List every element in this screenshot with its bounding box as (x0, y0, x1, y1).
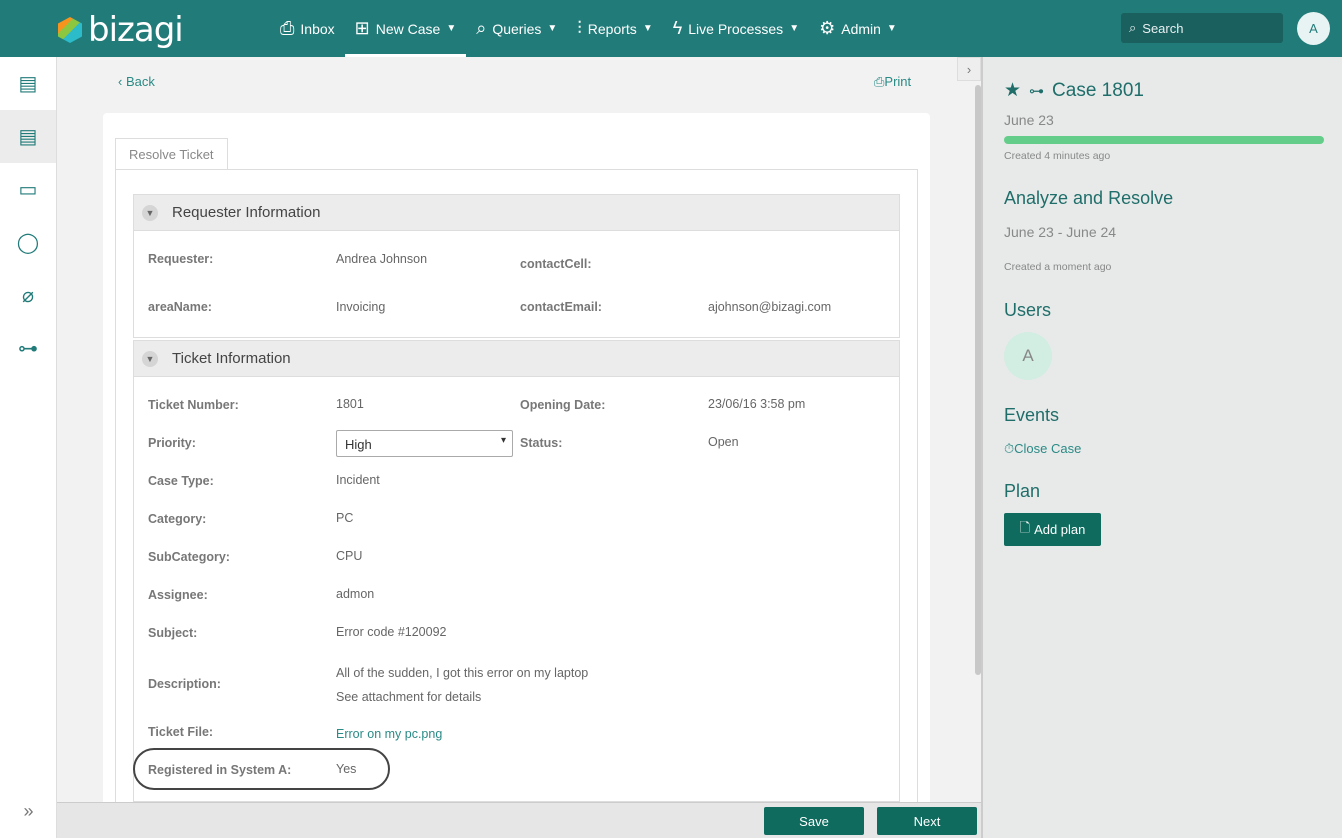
field-label: Case Type: (148, 474, 214, 488)
caret-down-icon: ▼ (886, 23, 897, 34)
field-value: ajohnson@bizagi.com (708, 300, 832, 314)
field-value: 1801 (336, 397, 364, 411)
back-link[interactable]: ‹ Back (118, 74, 155, 89)
field-label: Status: (520, 436, 563, 450)
nav-live-processes[interactable]: ϟ Live Processes ▼ (663, 0, 809, 57)
case-title: ★ ⊶ Case 1801 (1004, 79, 1144, 102)
field-label: Requester: (148, 252, 214, 266)
comment-icon[interactable]: ◯ (0, 216, 56, 269)
main-nav: ⎙ Inbox ⊞ New Case ▼ ⌕ Queries ▼ ⫶ Reports ▼ ϟ Live … (270, 0, 907, 57)
nav-new-case[interactable]: ⊞ New Case ▼ (344, 0, 467, 57)
priority-select[interactable]: High (336, 430, 513, 457)
field-label: Category: (148, 512, 207, 526)
field-label: SubCategory: (148, 550, 230, 564)
expand-sidebar-icon[interactable]: » (0, 785, 57, 838)
search-input[interactable]: ⌕ Search (1121, 13, 1283, 43)
task-dates: June 23 - June 24 (1004, 224, 1117, 240)
field-label: areaName: (148, 300, 212, 314)
timer-icon: ⏱ (1004, 441, 1015, 456)
attachment-icon[interactable]: ⌀ (0, 269, 56, 322)
field-label: Assignee: (148, 588, 208, 602)
field-label: Opening Date: (520, 398, 606, 412)
task-created: Created a moment ago (1004, 261, 1112, 273)
new-case-icon: ⊞ (354, 18, 370, 38)
folder-icon[interactable]: ▭ (0, 163, 56, 216)
print-icon: ⎙ (874, 74, 885, 89)
field-value: Open (708, 435, 739, 449)
inbox-icon: ⎙ (280, 18, 295, 38)
field-label: Ticket Number: (148, 398, 239, 412)
process-map-icon[interactable]: ⊶ (0, 322, 56, 375)
bolt-icon: ϟ (672, 18, 683, 38)
field-value: Andrea Johnson (336, 252, 428, 266)
add-plan-button[interactable]: 🗋 Add plan (1004, 513, 1101, 546)
caret-down-icon: ▼ (547, 23, 558, 34)
star-icon[interactable]: ★ (1004, 79, 1021, 102)
print-link[interactable]: ⎙Print (874, 74, 911, 90)
collapse-panel-button[interactable]: › (957, 57, 981, 81)
field-value: PC (336, 511, 354, 525)
field-label: Subject: (148, 626, 198, 640)
save-button[interactable]: Save (764, 807, 864, 835)
field-value: See attachment for details (336, 690, 482, 704)
nav-admin[interactable]: ⚙ Admin ▼ (809, 0, 907, 57)
field-value: CPU (336, 549, 363, 563)
case-progress-bar (1004, 136, 1324, 144)
field-label: Ticket File: (148, 725, 214, 739)
requester-section: ▼ Requester Information (133, 194, 900, 338)
search-icon: ⌕ (1129, 20, 1137, 35)
file-link[interactable]: Error on my pc.png (336, 727, 442, 741)
field-value: admon (336, 587, 375, 601)
process-icon: ⊶ (1029, 82, 1045, 100)
field-value: Incident (336, 473, 380, 487)
field-value: 23/06/16 3:58 pm (708, 397, 806, 411)
caret-down-icon: ▼ (789, 23, 800, 34)
search-icon: ⌕ (476, 18, 487, 38)
highlight-oval (133, 748, 390, 790)
work-portal-icon[interactable]: ▤ (0, 57, 56, 110)
logo-icon (58, 17, 82, 43)
chevron-down-icon: ▼ (142, 350, 158, 367)
chevron-down-icon: ▼ (142, 204, 158, 221)
events-title: Events (1004, 405, 1060, 425)
case-created: Created 4 minutes ago (1004, 150, 1111, 162)
field-value: Invoicing (336, 300, 386, 314)
user-avatar[interactable]: A (1004, 332, 1052, 380)
file-add-icon: 🗋 (1019, 519, 1031, 535)
gear-icon: ⚙ (819, 18, 836, 38)
field-value: All of the sudden, I got this error on m… (336, 666, 589, 680)
close-case-link[interactable]: ⏱Close Case (1004, 441, 1081, 457)
field-label: Description: (148, 677, 221, 691)
tab-resolve-ticket[interactable]: Resolve Ticket (115, 138, 228, 170)
field-label: contactCell: (520, 257, 592, 271)
top-bar: bizagi ⎙ Inbox ⊞ New Case ▼ ⌕ Queries ▼ ⫶ Reports… (0, 0, 1342, 57)
left-sidebar: ▤ ▤ ▭ ◯ ⌀ ⊶ » (0, 57, 57, 838)
field-label: Priority: (148, 436, 196, 450)
caret-down-icon: ▼ (446, 23, 457, 34)
user-avatar[interactable]: A (1297, 12, 1330, 45)
field-value: Error code #120092 (336, 625, 447, 639)
bizagi-logo[interactable]: bizagi (58, 10, 184, 50)
case-date: June 23 (1004, 112, 1054, 128)
users-title: Users (1004, 300, 1052, 320)
case-form-icon[interactable]: ▤ (0, 110, 56, 163)
chart-icon: ⫶ (577, 18, 582, 38)
case-info-panel: ★ ⊶ Case 1801 June 23 Created 4 minutes ag… (981, 57, 1342, 838)
field-label: contactEmail: (520, 300, 602, 314)
caret-down-icon: ▼ (642, 23, 653, 34)
nav-queries[interactable]: ⌕ Queries ▼ (466, 0, 567, 57)
plan-title: Plan (1004, 481, 1041, 501)
next-button[interactable]: Next (877, 807, 977, 835)
task-title: Analyze and Resolve (1004, 188, 1174, 208)
section-header[interactable]: ▼ Requester Information (134, 195, 899, 231)
nav-inbox[interactable]: ⎙ Inbox (270, 0, 345, 57)
section-header[interactable]: ▼ Ticket Information (134, 341, 899, 377)
footer-bar: Save Next (57, 802, 981, 838)
nav-reports[interactable]: ⫶ Reports ▼ (567, 0, 662, 57)
